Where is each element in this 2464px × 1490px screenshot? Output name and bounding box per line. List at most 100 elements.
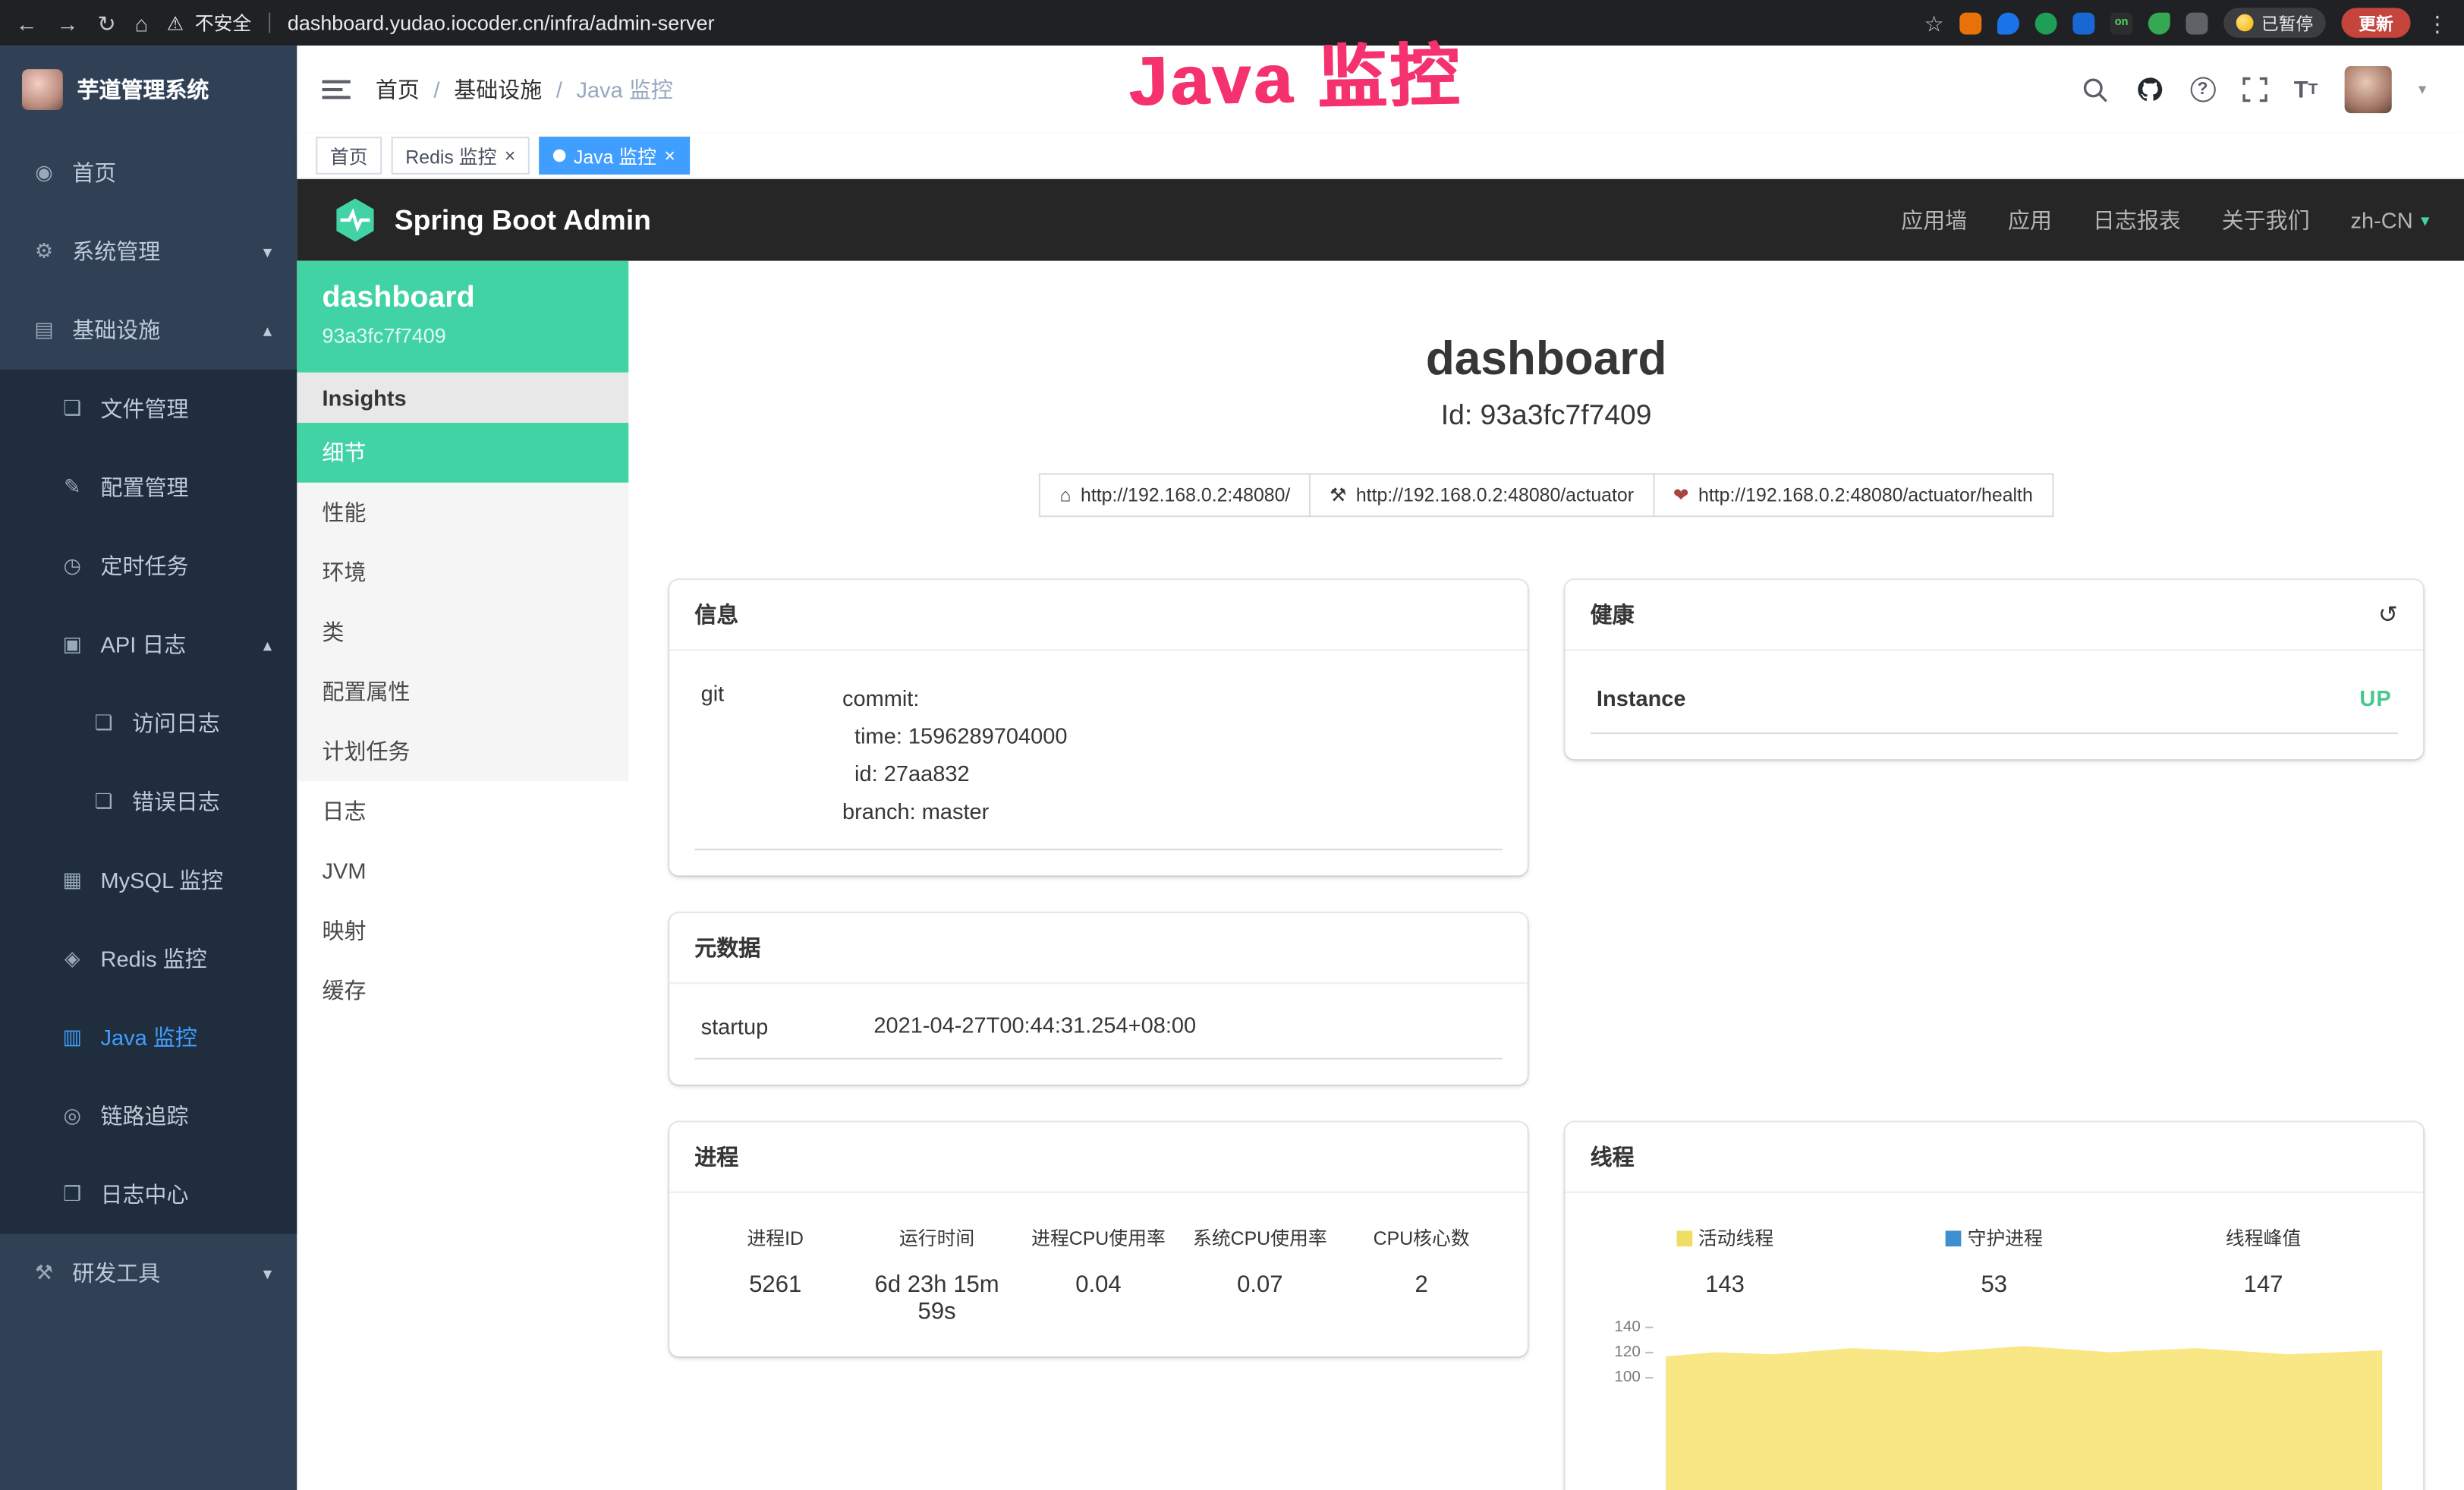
sba-nav-applications[interactable]: 应用 <box>2008 204 2052 235</box>
sidebar-item-redis-monitor[interactable]: ◈ Redis 监控 <box>0 919 297 998</box>
sba-locale-select[interactable]: zh-CN ▾ <box>2350 207 2429 232</box>
tag-java-monitor[interactable]: Java 监控 × <box>539 137 689 175</box>
forward-icon[interactable]: → <box>57 12 79 34</box>
sidebar-item-label: 系统管理 <box>72 236 160 267</box>
link-label: http://192.168.0.2:48080/ <box>1081 484 1290 506</box>
sba-item-config-props[interactable]: 配置属性 <box>297 662 628 722</box>
profile-paused-badge[interactable]: 已暂停 <box>2223 8 2326 37</box>
sba-nav-wallboard[interactable]: 应用墙 <box>1901 204 1967 235</box>
instance-link-actuator[interactable]: ⚒ http://192.168.0.2:48080/actuator <box>1309 473 1654 517</box>
instance-link-health[interactable]: ❤ http://192.168.0.2:48080/actuator/heal… <box>1653 473 2053 517</box>
tag-redis-monitor[interactable]: Redis 监控 × <box>392 137 530 175</box>
sba-instance-id: 93a3fc7f7409 <box>323 324 604 348</box>
sidebar-item-access-logs[interactable]: ❏ 访问日志 <box>0 684 297 763</box>
sba-item-mappings[interactable]: 映射 <box>297 901 628 961</box>
instance-link-service[interactable]: ⌂ http://192.168.0.2:48080/ <box>1040 473 1311 517</box>
close-icon[interactable]: × <box>664 146 675 165</box>
bookmark-star-icon[interactable]: ☆ <box>1924 12 1944 34</box>
stat-value: 6d 23h 15m 59s <box>856 1271 1018 1325</box>
home-icon[interactable]: ⌂ <box>135 12 149 34</box>
trace-icon: ◎ <box>60 1104 85 1129</box>
tags-view-bar: 首页 Redis 监控 × Java 监控 × <box>297 134 2464 179</box>
back-icon[interactable]: ← <box>16 12 38 34</box>
file-icon: ❏ <box>60 396 85 421</box>
breadcrumb-infrastructure[interactable]: 基础设施 <box>454 74 542 105</box>
health-key: Instance <box>1597 685 1686 710</box>
sidebar-item-system-mgmt[interactable]: ⚙ 系统管理 ▾ <box>0 213 297 291</box>
extension-icon-orange[interactable] <box>1959 12 1981 34</box>
avatar-caret-down-icon[interactable]: ▾ <box>2418 81 2426 99</box>
sba-item-environment[interactable]: 环境 <box>297 542 628 602</box>
sidebar-item-trace[interactable]: ◎ 链路追踪 <box>0 1076 297 1155</box>
threads-card-body: 活动线程 143 守护进程 53 <box>1566 1193 2424 1490</box>
tag-home[interactable]: 首页 <box>316 137 382 175</box>
close-icon[interactable]: × <box>505 146 516 165</box>
sidebar-item-scheduled-jobs[interactable]: ◷ 定时任务 <box>0 527 297 606</box>
sidebar-item-log-center[interactable]: ❒ 日志中心 <box>0 1155 297 1234</box>
legend-label: 活动线程 <box>1698 1224 1773 1251</box>
sba-item-logs[interactable]: 日志 <box>297 781 628 841</box>
font-size-icon[interactable]: TT <box>2294 76 2318 102</box>
info-card: 信息 git commit: time: 1596289704000 id: 2… <box>669 580 1528 875</box>
sidebar-item-api-logs[interactable]: ▣ API 日志 ▴ <box>0 605 297 684</box>
sidebar-item-infrastructure[interactable]: ▤ 基础设施 ▴ <box>0 291 297 370</box>
search-icon[interactable] <box>2082 76 2108 102</box>
y-axis-tick: 120 <box>1591 1346 1654 1362</box>
dashboard-icon: ◉ <box>31 160 56 185</box>
sidebar-item-label: MySQL 监控 <box>101 865 224 896</box>
browser-menu-icon[interactable]: ⋮ <box>2426 12 2448 34</box>
health-card: 健康 ↺ Instance UP <box>1566 580 2424 759</box>
stat-cpu-cores: CPU核心数 2 <box>1341 1224 1503 1325</box>
info-value-line: branch: master <box>842 792 1496 830</box>
info-value-line: time: 1596289704000 <box>842 717 1496 754</box>
health-row-instance: Instance UP <box>1591 663 2398 734</box>
extensions-puzzle-icon[interactable] <box>2186 12 2208 34</box>
address-bar[interactable]: ⚠ 不安全 dashboard.yudao.iocoder.cn/infra/a… <box>167 9 715 36</box>
sba-item-jvm[interactable]: JVM <box>297 841 628 901</box>
extension-icon-grid[interactable] <box>2072 12 2094 34</box>
extension-icon-green-circle[interactable] <box>2035 12 2057 34</box>
sba-instance-header[interactable]: dashboard 93a3fc7f7409 <box>297 261 628 373</box>
browser-chrome: ← → ↻ ⌂ ⚠ 不安全 dashboard.yudao.iocoder.cn… <box>0 0 2464 46</box>
metadata-value: 2021-04-27T00:44:31.254+08:00 <box>873 1013 1496 1039</box>
sba-item-classes[interactable]: 类 <box>297 602 628 662</box>
sba-nav-about[interactable]: 关于我们 <box>2222 204 2310 235</box>
sba-brand[interactable]: Spring Boot Admin <box>332 197 651 244</box>
reload-icon[interactable]: ↻ <box>97 12 115 34</box>
sidebar-item-label: 错误日志 <box>132 786 220 817</box>
y-axis-tick: 100 <box>1591 1371 1654 1387</box>
sidebar-item-java-monitor[interactable]: ▥ Java 监控 <box>0 998 297 1077</box>
stat-label: CPU核心数 <box>1341 1224 1503 1251</box>
sba-item-caches[interactable]: 缓存 <box>297 960 628 1020</box>
sidebar-item-label: 配置管理 <box>101 471 189 502</box>
extension-icon-leaf[interactable] <box>2148 12 2170 34</box>
sidebar-item-mysql-monitor[interactable]: ▦ MySQL 监控 <box>0 841 297 920</box>
legend-value: 53 <box>1859 1271 2129 1298</box>
extension-icon-on-switch[interactable]: on <box>2110 12 2132 34</box>
metadata-card: 元数据 startup 2021-04-27T00:44:31.254+08:0… <box>669 913 1528 1085</box>
sidebar-item-label: 研发工具 <box>72 1258 160 1289</box>
health-history-icon[interactable]: ↺ <box>2378 600 2398 628</box>
home-icon: ⌂ <box>1060 484 1072 506</box>
sidebar-item-dev-tools[interactable]: ⚒ 研发工具 ▾ <box>0 1234 297 1313</box>
sba-item-details[interactable]: 细节 <box>297 423 628 483</box>
card-title: 线程 <box>1591 1141 1635 1172</box>
github-icon[interactable] <box>2135 75 2163 103</box>
log-center-icon: ❒ <box>60 1182 85 1207</box>
sidebar-item-error-logs[interactable]: ❏ 错误日志 <box>0 762 297 841</box>
breadcrumb-home[interactable]: 首页 <box>376 74 420 105</box>
sidebar-item-file-mgmt[interactable]: ❏ 文件管理 <box>0 370 297 449</box>
sidebar-item-config-mgmt[interactable]: ✎ 配置管理 <box>0 448 297 527</box>
fullscreen-icon[interactable] <box>2242 77 2267 102</box>
user-avatar[interactable] <box>2345 66 2392 113</box>
update-button[interactable]: 更新 <box>2341 8 2410 37</box>
sba-item-scheduled-tasks[interactable]: 计划任务 <box>297 721 628 781</box>
access-log-icon: ❏ <box>91 710 116 736</box>
help-icon[interactable]: ? <box>2190 77 2215 102</box>
sidebar-item-home[interactable]: ◉ 首页 <box>0 134 297 213</box>
extension-icon-drop[interactable] <box>1997 12 2019 34</box>
timer-icon: ◷ <box>60 553 85 578</box>
sidebar-toggle-icon[interactable] <box>323 80 351 99</box>
sba-nav-journal[interactable]: 日志报表 <box>2093 204 2181 235</box>
sba-item-performance[interactable]: 性能 <box>297 483 628 543</box>
